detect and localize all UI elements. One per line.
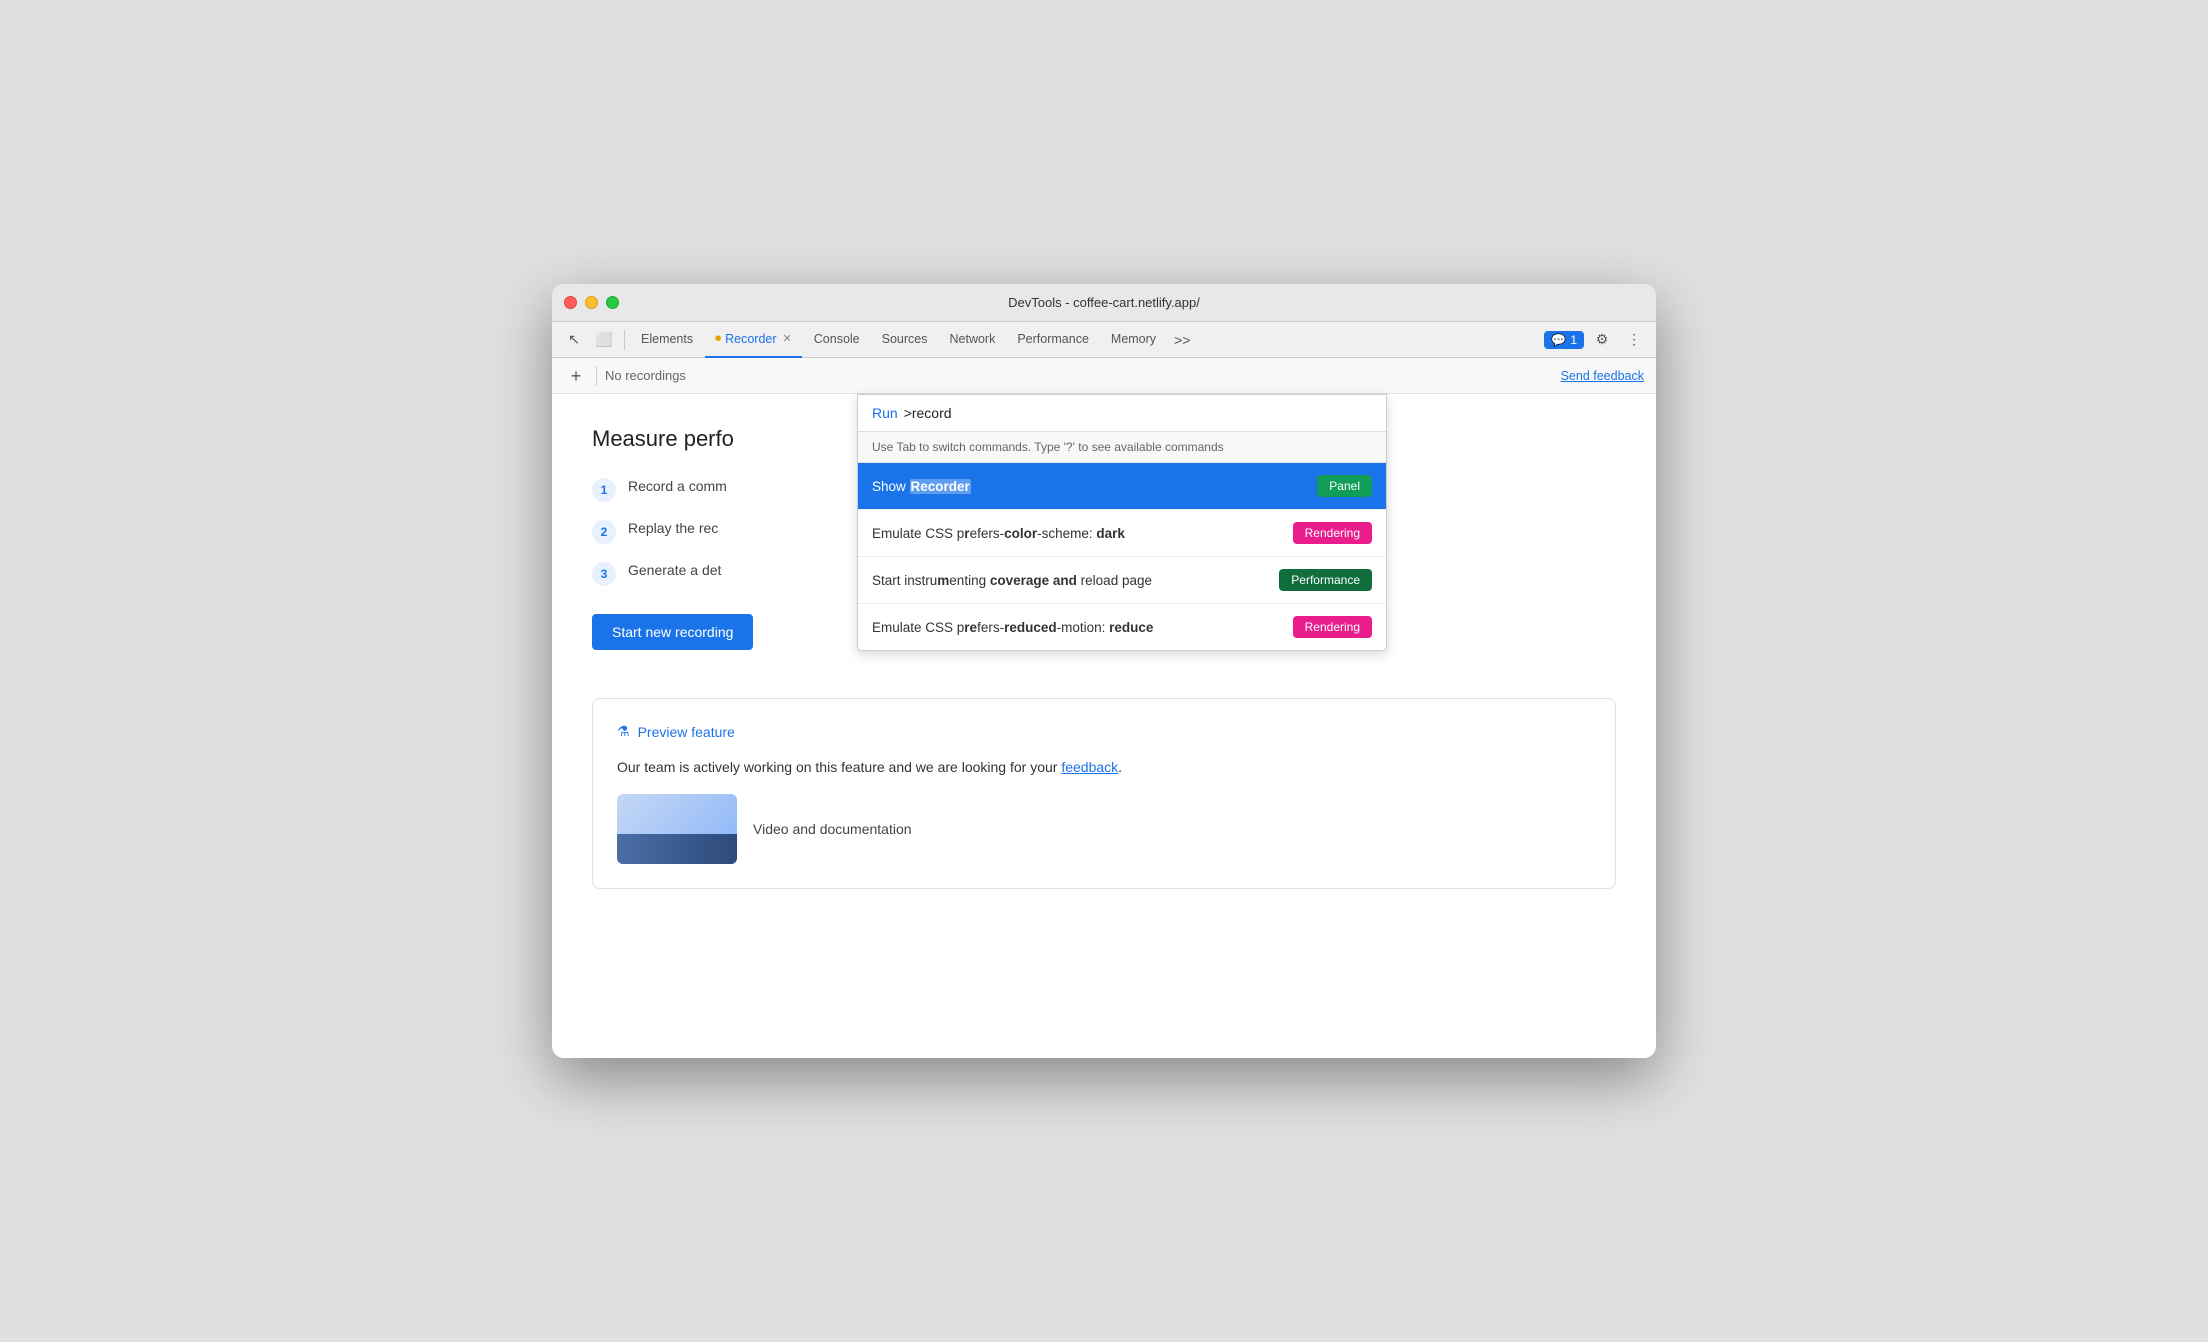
command-badge-panel[interactable]: Panel <box>1317 475 1372 497</box>
step-text-1: Record a comm <box>628 476 727 497</box>
more-tabs-button[interactable]: >> <box>1168 332 1196 348</box>
tab-sources-label: Sources <box>882 332 928 346</box>
command-item-emulate-dark[interactable]: Emulate CSS prefers-color-scheme: dark R… <box>858 510 1386 557</box>
preview-body-suffix: . <box>1118 759 1122 775</box>
command-palette[interactable]: Run >record Use Tab to switch commands. … <box>857 394 1387 651</box>
step-number-2: 2 <box>592 520 616 544</box>
tab-elements[interactable]: Elements <box>631 322 703 358</box>
bold-reduced: reduced <box>1004 620 1057 635</box>
tab-console-label: Console <box>814 332 860 346</box>
main-content: + No recordings Send feedback Measure pe… <box>552 358 1656 1058</box>
video-doc-row: Video and documentation <box>617 794 1591 864</box>
command-hint: Use Tab to switch commands. Type '?' to … <box>858 432 1386 463</box>
command-item-instrument-coverage[interactable]: Start instrumenting coverage and reload … <box>858 557 1386 604</box>
command-item-show-recorder[interactable]: Show Recorder Panel <box>858 463 1386 510</box>
no-recordings-label: No recordings <box>605 368 686 383</box>
plus-icon: + <box>571 367 582 385</box>
command-item-emulate-reduced-motion[interactable]: Emulate CSS prefers-reduced-motion: redu… <box>858 604 1386 650</box>
measure-title-text: Measure perfo <box>592 426 734 451</box>
bold-m: m <box>937 573 949 588</box>
traffic-lights <box>564 296 619 309</box>
toolbar-right: 💬 1 ⚙ ⋮ <box>1544 326 1648 354</box>
feedback-badge[interactable]: 💬 1 <box>1544 331 1584 349</box>
feedback-link[interactable]: feedback <box>1061 759 1118 775</box>
command-item-instrument-text: Start instrumenting coverage and reload … <box>872 573 1271 588</box>
step-text-3: Generate a det <box>628 560 721 581</box>
command-run-label: Run <box>872 405 898 421</box>
devtools-window: DevTools - coffee-cart.netlify.app/ ↖ ⬜ … <box>552 284 1656 1058</box>
cursor-icon: ↖ <box>568 331 580 348</box>
tab-network[interactable]: Network <box>940 322 1006 358</box>
command-item-show-recorder-text: Show Recorder <box>872 479 1309 494</box>
command-item-emulate-dark-text: Emulate CSS prefers-color-scheme: dark <box>872 526 1285 541</box>
tab-network-label: Network <box>950 332 996 346</box>
more-tabs-label: >> <box>1174 332 1190 348</box>
settings-button[interactable]: ⚙ <box>1588 326 1616 354</box>
tab-recorder-close[interactable]: ✕ <box>783 332 792 345</box>
bold-color: color <box>1004 526 1037 541</box>
tab-recorder-label: Recorder <box>725 332 776 346</box>
devtools-toolbar: ↖ ⬜ Elements ⏺ Recorder ✕ Console Source… <box>552 322 1656 358</box>
bold-re: re <box>964 620 977 635</box>
toolbar-separator-1 <box>624 330 625 350</box>
tab-console[interactable]: Console <box>804 322 870 358</box>
video-thumbnail[interactable] <box>617 794 737 864</box>
add-recording-button[interactable]: + <box>564 364 588 388</box>
tab-performance[interactable]: Performance <box>1007 322 1099 358</box>
inspect-tool-button[interactable]: ⬜ <box>590 326 618 354</box>
command-badge-rendering-2[interactable]: Rendering <box>1293 616 1372 638</box>
preview-header: ⚗ Preview feature <box>617 723 1591 740</box>
maximize-button[interactable] <box>606 296 619 309</box>
command-input-value[interactable]: >record <box>904 405 952 421</box>
tab-performance-label: Performance <box>1017 332 1089 346</box>
sub-toolbar-separator <box>596 366 597 386</box>
kebab-icon: ⋮ <box>1627 331 1641 348</box>
tab-memory-label: Memory <box>1111 332 1156 346</box>
step-number-1: 1 <box>592 478 616 502</box>
close-button[interactable] <box>564 296 577 309</box>
preview-feature-box: ⚗ Preview feature Our team is actively w… <box>592 698 1616 889</box>
preview-body-prefix: Our team is actively working on this fea… <box>617 759 1061 775</box>
tab-memory[interactable]: Memory <box>1101 322 1166 358</box>
command-item-emulate-motion-text: Emulate CSS prefers-reduced-motion: redu… <box>872 620 1285 635</box>
bold-dark: dark <box>1096 526 1125 541</box>
kebab-menu-button[interactable]: ⋮ <box>1620 326 1648 354</box>
step-number-3: 3 <box>592 562 616 586</box>
sub-toolbar: + No recordings Send feedback <box>552 358 1656 394</box>
inspect-icon: ⬜ <box>595 331 612 348</box>
preview-body-text: Our team is actively working on this fea… <box>617 756 1591 778</box>
record-icon: ⏺ <box>715 331 721 346</box>
highlight-span: Recorder <box>910 479 971 494</box>
title-bar: DevTools - coffee-cart.netlify.app/ <box>552 284 1656 322</box>
tab-sources[interactable]: Sources <box>872 322 938 358</box>
chat-bubble-icon: 💬 <box>1551 333 1566 347</box>
flask-icon: ⚗ <box>617 723 630 740</box>
preview-header-label: Preview feature <box>638 724 735 740</box>
settings-icon: ⚙ <box>1596 331 1609 348</box>
bold-reduce: reduce <box>1109 620 1153 635</box>
cursor-tool-button[interactable]: ↖ <box>560 326 588 354</box>
feedback-count: 1 <box>1570 333 1577 347</box>
step-text-2: Replay the rec <box>628 518 718 539</box>
video-doc-label: Video and documentation <box>753 821 912 837</box>
tab-elements-label: Elements <box>641 332 693 346</box>
send-feedback-button[interactable]: Send feedback <box>1561 369 1644 383</box>
bold-and: and <box>1053 573 1077 588</box>
bold-r: r <box>964 526 969 541</box>
minimize-button[interactable] <box>585 296 598 309</box>
tab-recorder[interactable]: ⏺ Recorder ✕ <box>705 322 802 358</box>
command-input-row: Run >record <box>858 395 1386 432</box>
start-new-recording-button[interactable]: Start new recording <box>592 614 753 650</box>
window-title: DevTools - coffee-cart.netlify.app/ <box>1008 295 1200 310</box>
bold-coverage: coverage <box>990 573 1049 588</box>
command-badge-performance[interactable]: Performance <box>1279 569 1372 591</box>
command-badge-rendering-1[interactable]: Rendering <box>1293 522 1372 544</box>
